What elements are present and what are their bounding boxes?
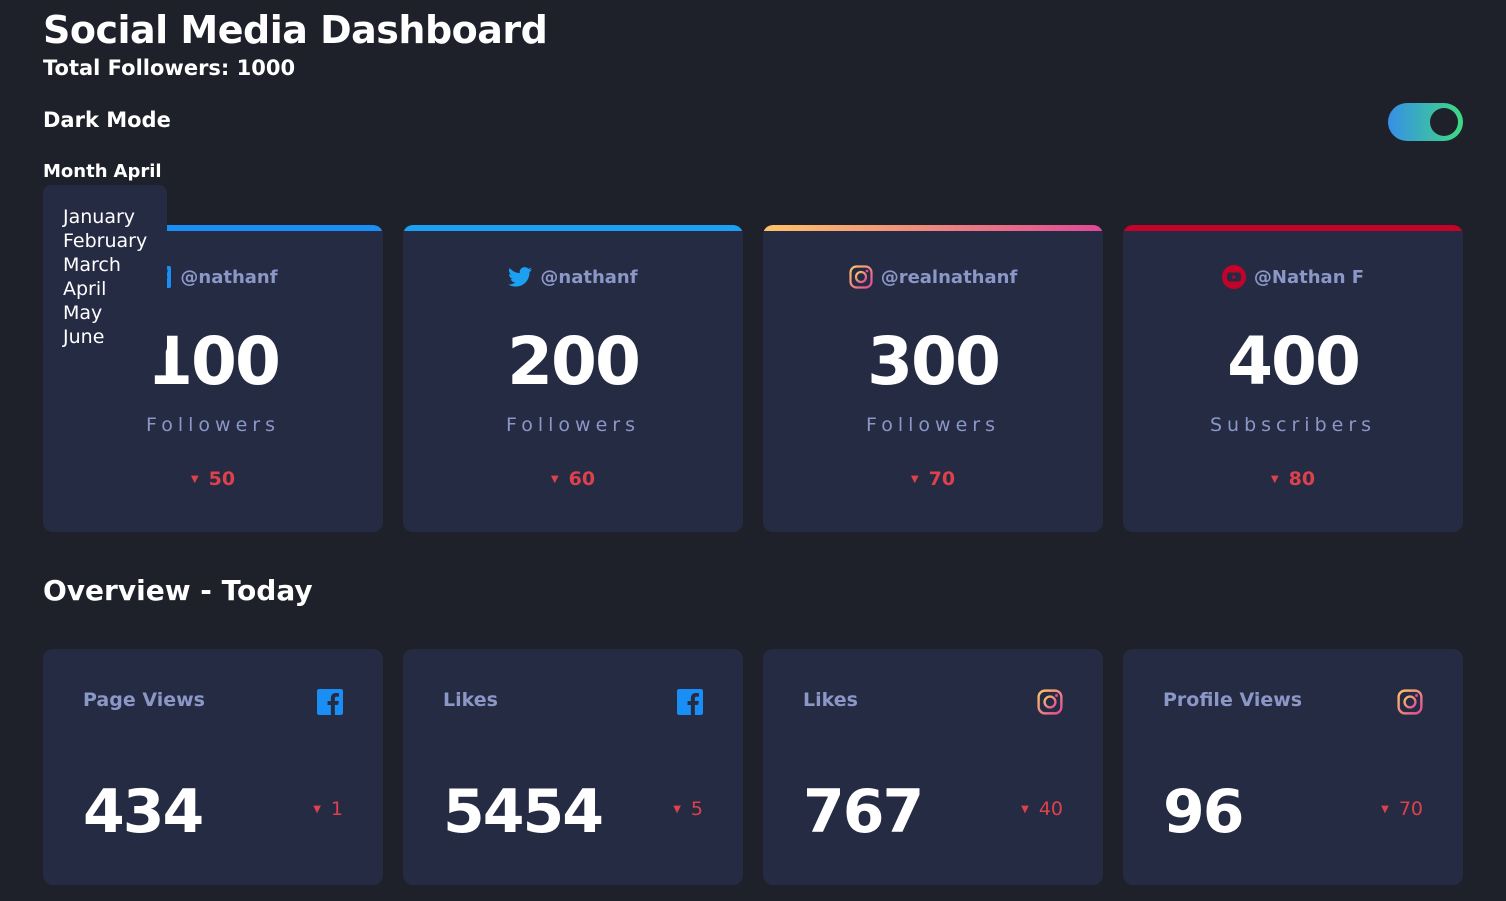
card-handle[interactable]: @nathanf bbox=[180, 267, 277, 288]
overview-delta: 40 bbox=[1038, 798, 1063, 820]
card-change: 60 bbox=[568, 468, 596, 490]
overview-card[interactable]: Profile Views 96 ▼ 70 bbox=[1123, 649, 1463, 885]
card-change: 80 bbox=[1288, 468, 1316, 490]
month-option[interactable]: January bbox=[63, 205, 167, 229]
card-unit: Subscribers bbox=[1209, 414, 1377, 436]
card-handle[interactable]: @nathanf bbox=[540, 267, 637, 288]
overview-value: 96 bbox=[1163, 777, 1244, 847]
facebook-icon bbox=[317, 689, 343, 719]
arrow-down-icon: ▼ bbox=[673, 804, 681, 815]
month-dropdown[interactable]: January February March April May June bbox=[43, 185, 167, 355]
month-selected[interactable]: April bbox=[114, 161, 162, 182]
overview-card[interactable]: Likes 767 ▼ 40 bbox=[763, 649, 1103, 885]
toggle-knob[interactable] bbox=[1430, 108, 1458, 136]
month-option[interactable]: March bbox=[63, 253, 167, 277]
instagram-icon bbox=[1397, 689, 1423, 719]
overview-card[interactable]: Page Views 434 ▼ 1 bbox=[43, 649, 383, 885]
month-option[interactable]: June bbox=[63, 325, 167, 349]
youtube-icon bbox=[1221, 265, 1246, 289]
dark-mode-toggle[interactable] bbox=[1388, 103, 1463, 141]
overview-delta: 5 bbox=[690, 798, 703, 820]
facebook-icon bbox=[677, 689, 703, 719]
arrow-down-icon: ▼ bbox=[910, 474, 919, 485]
card-change: 50 bbox=[208, 468, 236, 490]
card-count: 200 bbox=[507, 323, 641, 400]
card-youtube[interactable]: @Nathan F 400 Subscribers ▼ 80 bbox=[1123, 225, 1463, 532]
overview-label: Likes bbox=[443, 689, 498, 711]
arrow-down-icon: ▼ bbox=[1021, 804, 1029, 815]
overview-delta: 70 bbox=[1398, 798, 1423, 820]
arrow-down-icon: ▼ bbox=[313, 804, 321, 815]
instagram-icon bbox=[849, 265, 873, 289]
page-title: Social Media Dashboard bbox=[43, 8, 548, 52]
instagram-icon bbox=[1037, 689, 1063, 719]
arrow-down-icon: ▼ bbox=[1270, 474, 1279, 485]
card-handle[interactable]: @Nathan F bbox=[1254, 267, 1364, 288]
total-followers: Total Followers: 1000 bbox=[43, 56, 296, 80]
month-option[interactable]: May bbox=[63, 301, 167, 325]
overview-label: Profile Views bbox=[1163, 689, 1303, 711]
overview-title: Overview - Today bbox=[43, 574, 313, 607]
card-accent-bar bbox=[763, 225, 1103, 231]
card-unit: Followers bbox=[506, 414, 640, 436]
overview-value: 767 bbox=[803, 777, 924, 847]
month-option[interactable]: April bbox=[63, 277, 167, 301]
card-change: 70 bbox=[928, 468, 956, 490]
card-accent-bar bbox=[1123, 225, 1463, 231]
card-twitter[interactable]: @nathanf 200 Followers ▼ 60 bbox=[403, 225, 743, 532]
overview-label: Page Views bbox=[83, 689, 205, 711]
card-count: 300 bbox=[867, 323, 1001, 400]
month-label: Month bbox=[43, 161, 108, 182]
overview-delta: 1 bbox=[330, 798, 343, 820]
card-unit: Followers bbox=[146, 414, 280, 436]
month-selector[interactable]: Month April bbox=[43, 161, 162, 182]
dark-mode-label: Dark Mode bbox=[43, 108, 171, 132]
overview-card[interactable]: Likes 5454 ▼ 5 bbox=[403, 649, 743, 885]
month-option[interactable]: February bbox=[63, 229, 167, 253]
overview-value: 434 bbox=[83, 777, 204, 847]
card-accent-bar bbox=[403, 225, 743, 231]
twitter-icon bbox=[508, 265, 533, 289]
card-instagram[interactable]: @realnathanf 300 Followers ▼ 70 bbox=[763, 225, 1103, 532]
card-count: 400 bbox=[1227, 323, 1361, 400]
card-handle[interactable]: @realnathanf bbox=[881, 267, 1018, 288]
arrow-down-icon: ▼ bbox=[190, 474, 199, 485]
overview-label: Likes bbox=[803, 689, 858, 711]
arrow-down-icon: ▼ bbox=[550, 474, 559, 485]
overview-value: 5454 bbox=[443, 777, 604, 847]
arrow-down-icon: ▼ bbox=[1381, 804, 1389, 815]
card-unit: Followers bbox=[866, 414, 1000, 436]
